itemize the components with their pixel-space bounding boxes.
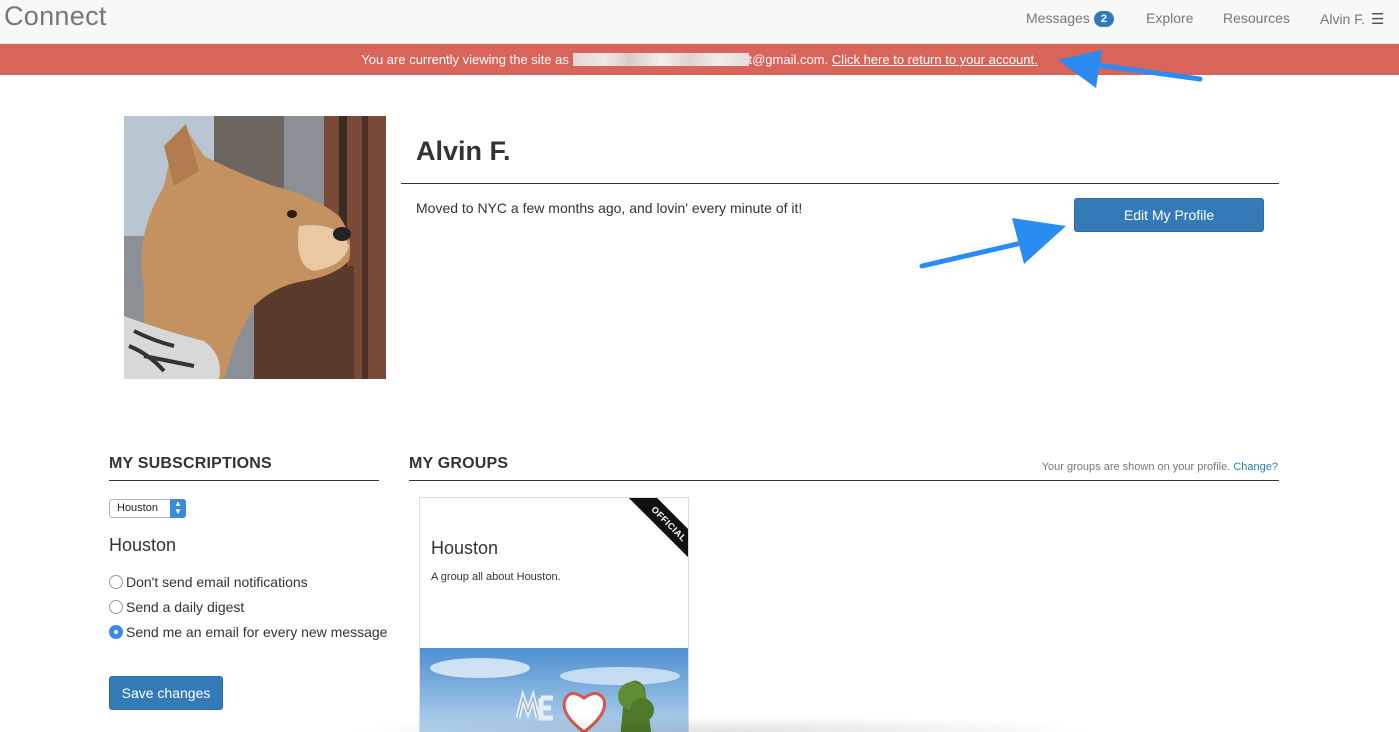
avatar — [124, 116, 386, 379]
subscriptions-divider — [109, 480, 379, 481]
profile-divider — [401, 183, 1279, 184]
radio-button[interactable] — [109, 600, 123, 614]
radio-label: Don't send email notifications — [126, 574, 308, 590]
change-groups-link[interactable]: Change? — [1233, 461, 1278, 473]
nav-explore[interactable]: Explore — [1146, 10, 1193, 26]
hamburger-icon: ☰ — [1371, 11, 1385, 28]
annotation-arrow-icon — [919, 218, 1066, 269]
brand-logo[interactable]: Connect — [4, 1, 107, 32]
groups-note-text: Your groups are shown on your profile. — [1041, 461, 1231, 473]
nav-user-menu[interactable]: Alvin F. ☰ — [1320, 10, 1384, 28]
alert-text: You are currently viewing the site as — [361, 52, 573, 67]
group-description: A group all about Houston. — [431, 571, 561, 583]
radio-option-every-message[interactable]: Send me an email for every new message — [109, 624, 387, 640]
redacted-email — [572, 53, 749, 66]
groups-divider — [409, 480, 1279, 481]
group-name[interactable]: Houston — [431, 538, 498, 559]
top-navbar: Connect Messages 2 Explore Resources Alvi… — [0, 0, 1399, 44]
nav-messages[interactable]: Messages 2 — [1026, 10, 1114, 27]
radio-option-no-email[interactable]: Don't send email notifications — [109, 574, 308, 590]
nav-resources[interactable]: Resources — [1223, 10, 1290, 26]
radio-option-daily-digest[interactable]: Send a daily digest — [109, 599, 244, 615]
impersonation-alert: You are currently viewing the site as t@… — [0, 44, 1399, 75]
nav-messages-label: Messages — [1026, 10, 1090, 26]
radio-label: Send a daily digest — [126, 599, 245, 615]
city-select-value: Houston — [117, 502, 158, 514]
save-changes-button[interactable]: Save changes — [109, 676, 223, 710]
official-ribbon: OFFICIAL — [624, 498, 688, 562]
radio-label: Send me an email for every new message — [126, 624, 388, 640]
radio-button-checked[interactable] — [109, 625, 123, 639]
profile-name: Alvin F. — [416, 136, 511, 166]
nav-user-label: Alvin F. — [1320, 11, 1366, 27]
groups-note: Your groups are shown on your profile. C… — [1042, 461, 1278, 473]
radio-button[interactable] — [109, 575, 123, 589]
subscriptions-title: MY SUBSCRIPTIONS — [109, 455, 272, 472]
city-select[interactable]: Houston ▲ ▼ — [109, 499, 186, 518]
bottom-scroll-shadow — [340, 716, 1100, 732]
return-to-account-link[interactable]: Click here to return to your account. — [832, 52, 1038, 67]
profile-bio: Moved to NYC a few months ago, and lovin… — [416, 200, 803, 216]
messages-count-badge: 2 — [1093, 11, 1114, 27]
groups-title: MY GROUPS — [409, 455, 509, 472]
official-ribbon-label: OFFICIAL — [624, 498, 688, 562]
group-card[interactable]: OFFICIAL Houston A group all about Houst… — [419, 497, 689, 732]
edit-profile-button[interactable]: Edit My Profile — [1074, 198, 1264, 232]
subscription-city-heading: Houston — [109, 535, 177, 555]
chevron-updown-icon: ▲ ▼ — [170, 499, 186, 518]
alert-email-suffix: t@gmail.com. — [748, 52, 829, 67]
